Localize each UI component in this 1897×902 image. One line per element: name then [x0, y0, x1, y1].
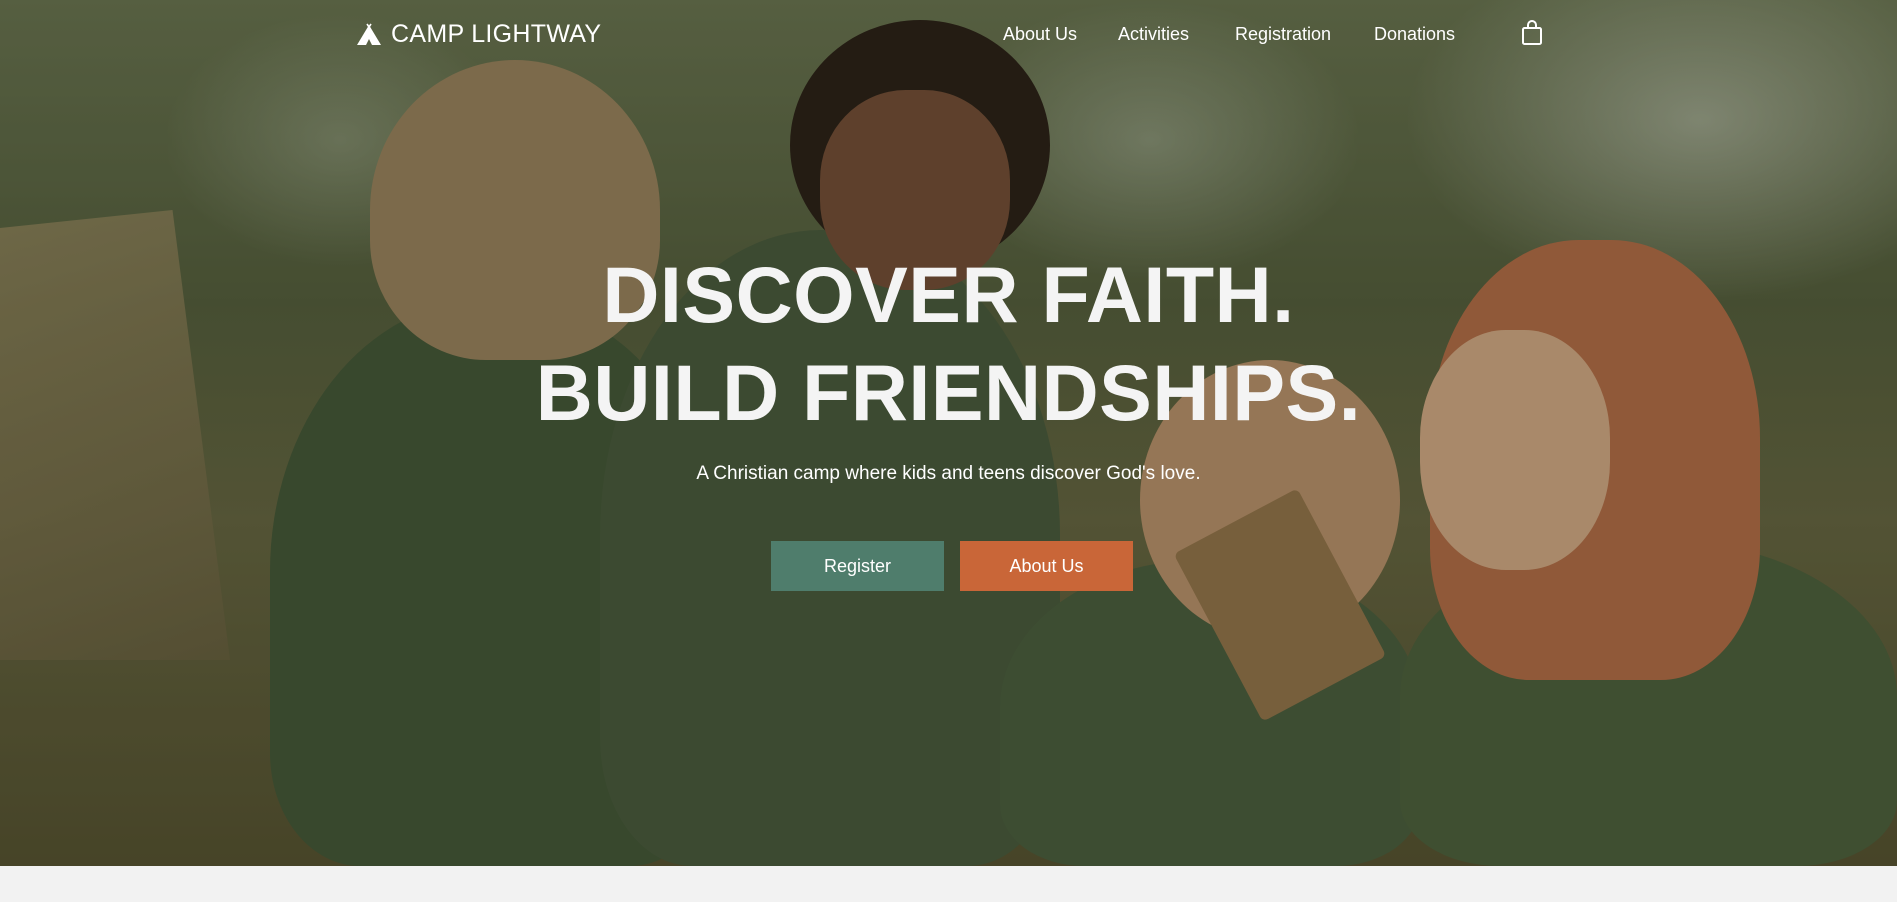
- next-section-strip: [0, 866, 1897, 902]
- hero-headline-line-2: BUILD FRIENDSHIPS.: [535, 348, 1362, 437]
- register-button[interactable]: Register: [771, 541, 944, 591]
- shopping-bag-icon[interactable]: [1520, 20, 1544, 46]
- nav-item-activities[interactable]: Activities: [1118, 24, 1189, 45]
- hero-headline-line-1: DISCOVER FAITH.: [602, 250, 1295, 339]
- nav-item-registration[interactable]: Registration: [1235, 24, 1331, 45]
- nav-item-about-us[interactable]: About Us: [1003, 24, 1077, 45]
- brand-name: CAMP LIGHTWAY: [391, 20, 602, 48]
- tent-icon: [357, 23, 381, 45]
- brand-logo-link[interactable]: CAMP LIGHTWAY: [355, 20, 601, 49]
- about-us-button[interactable]: About Us: [960, 541, 1133, 591]
- hero-subtitle: A Christian camp where kids and teens di…: [696, 463, 1201, 484]
- nav-item-donations[interactable]: Donations: [1374, 24, 1455, 45]
- hero-content: CAMP LIGHTWAY About Us Activities Regist…: [0, 0, 1897, 866]
